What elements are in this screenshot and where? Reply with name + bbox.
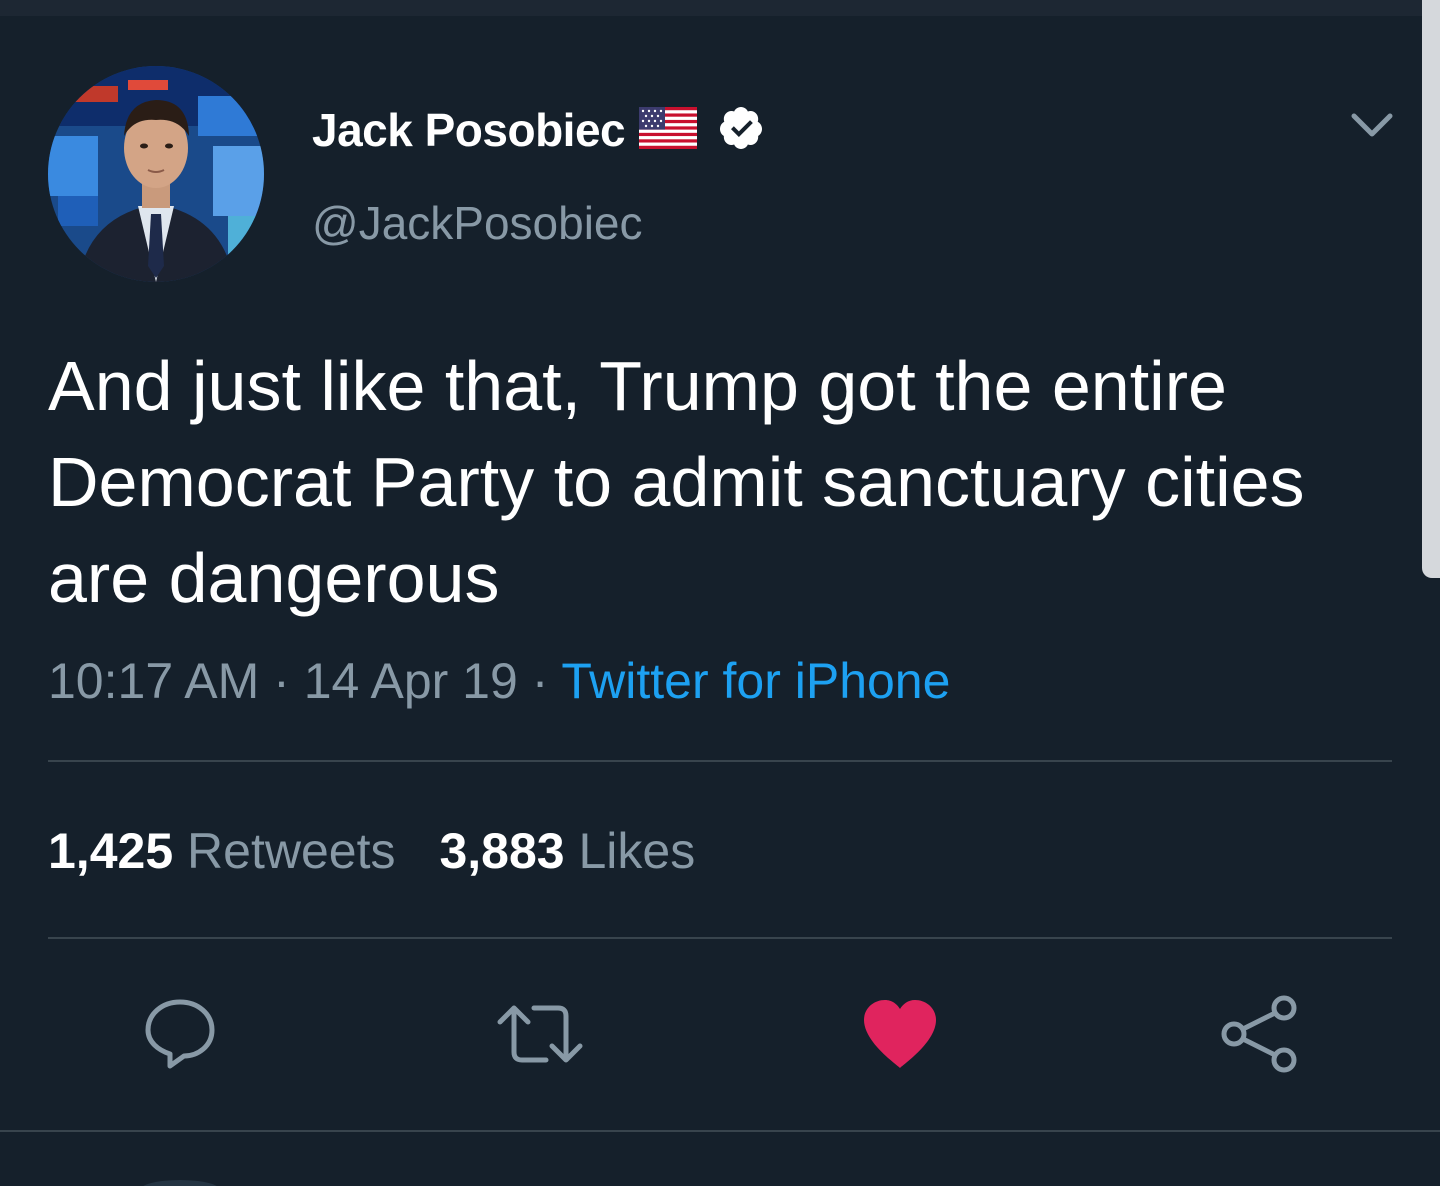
retweets-label: Retweets	[187, 823, 396, 879]
share-button[interactable]	[1218, 994, 1302, 1078]
retweets-stat[interactable]: 1,425 Retweets	[48, 823, 395, 879]
tweet-time: 10:17 AM	[48, 653, 260, 709]
avatar[interactable]	[48, 66, 264, 282]
next-item-avatar	[140, 1180, 220, 1186]
likes-stat[interactable]: 3,883 Likes	[439, 823, 695, 879]
likes-count: 3,883	[439, 823, 565, 879]
heart-icon	[860, 998, 940, 1075]
divider	[48, 760, 1392, 762]
retweets-count: 1,425	[48, 823, 174, 879]
share-icon	[1218, 994, 1302, 1079]
reply-button[interactable]	[138, 994, 222, 1078]
author-display-name[interactable]: Jack Posobiec	[312, 103, 626, 157]
verified-badge-icon	[717, 104, 765, 157]
reply-icon	[140, 994, 220, 1079]
divider	[0, 1130, 1440, 1132]
divider	[48, 937, 1392, 939]
tweet-meta: 10:17 AM · 14 Apr 19 · Twitter for iPhon…	[48, 652, 950, 710]
top-strip	[0, 0, 1422, 16]
likes-label: Likes	[578, 823, 696, 879]
retweet-icon	[496, 994, 584, 1079]
tweet-source-link[interactable]: Twitter for iPhone	[561, 653, 950, 709]
meta-separator: ·	[273, 653, 290, 709]
author-name-row[interactable]: Jack Posobiec	[312, 100, 765, 160]
tweet-text: And just like that, Trump got the entire…	[48, 347, 1305, 617]
retweet-button[interactable]	[496, 994, 584, 1079]
like-button[interactable]	[858, 994, 942, 1078]
tweet-stats: 1,425 Retweets 3,883 Likes	[48, 822, 695, 880]
scrollbar[interactable]	[1422, 0, 1440, 578]
chevron-down-icon[interactable]	[1348, 108, 1396, 144]
us-flag-icon	[639, 106, 698, 154]
author-handle[interactable]: @JackPosobiec	[312, 196, 643, 250]
tweet-date: 14 Apr 19	[303, 653, 518, 709]
meta-separator: ·	[531, 653, 549, 709]
